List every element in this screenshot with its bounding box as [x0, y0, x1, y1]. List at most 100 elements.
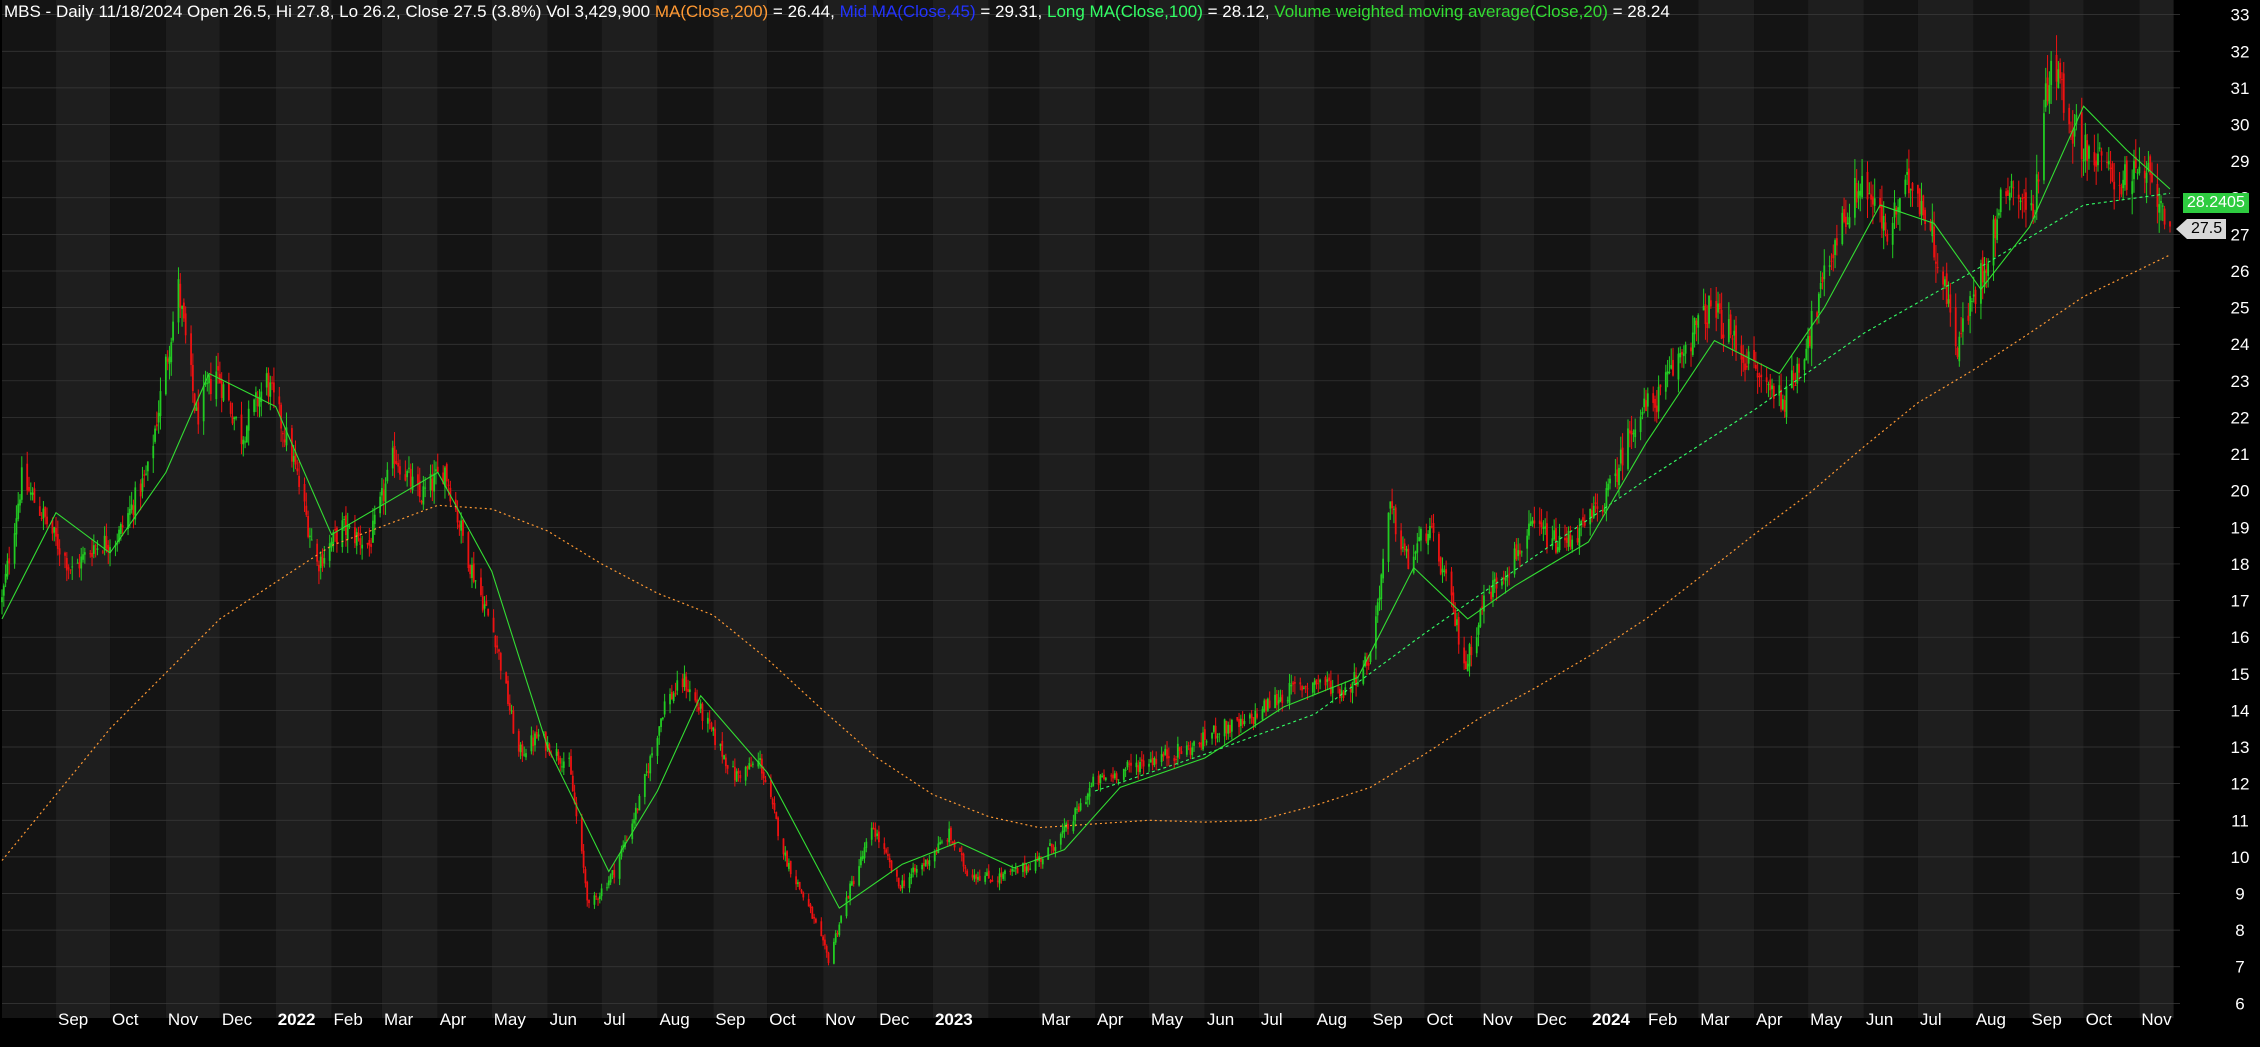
candle-body: [2125, 160, 2128, 190]
month-band: [1534, 0, 1591, 1018]
candle-body: [1920, 201, 1923, 216]
candle-body: [1645, 400, 1647, 412]
price-chart[interactable]: 6 7 8 9 10 11 12 13 14 15 16 17 18 19 20 21 22 23 24 25 26 27…: [0, 0, 2260, 1047]
candle-body: [1456, 619, 1458, 626]
candle-body: [1445, 569, 1448, 574]
candle-body: [1969, 296, 1972, 317]
candle-body: [1542, 527, 1545, 529]
candle-body: [2113, 181, 2116, 190]
month-band: [1808, 0, 1864, 1018]
candle-body: [229, 402, 232, 414]
candle-body: [2057, 69, 2060, 88]
candle-body: [1873, 198, 1876, 206]
candle-body: [1555, 528, 1557, 553]
candle-body: [1810, 310, 1813, 349]
candle-body: [562, 761, 565, 768]
candle-body: [2160, 200, 2162, 204]
candle-body: [584, 869, 587, 884]
month-band: [56, 0, 111, 1018]
candle-body: [561, 766, 563, 768]
candle-body: [1758, 375, 1761, 377]
candle-body: [1479, 609, 1482, 627]
candle-body: [206, 382, 209, 384]
candle-body: [517, 731, 520, 752]
candle-body: [159, 391, 162, 417]
candle-body: [1493, 579, 1496, 582]
candle-body: [1754, 364, 1757, 369]
candle-body: [370, 544, 373, 547]
candle-body: [1203, 729, 1206, 741]
candle-body: [987, 870, 990, 879]
candle-body: [530, 735, 533, 752]
candle-body: [2080, 112, 2083, 160]
candle-body: [318, 564, 320, 572]
candle-body: [2106, 161, 2108, 163]
candle-body: [1848, 217, 1851, 228]
candle-body: [870, 827, 873, 840]
candle-body: [499, 653, 502, 671]
candle-body: [1465, 661, 1467, 670]
x-tick-label: Dec: [222, 1010, 253, 1029]
candle-body: [1274, 694, 1276, 709]
candle-body: [130, 504, 133, 510]
candle-body: [1009, 870, 1012, 873]
candle-body: [1004, 870, 1006, 875]
candle-body: [1679, 352, 1682, 358]
candle-body: [532, 737, 535, 747]
candle-body: [796, 882, 799, 885]
candle-body: [960, 852, 963, 856]
x-tick-label: Oct: [2086, 1010, 2113, 1029]
candle-body: [1176, 743, 1179, 758]
candle-body: [1733, 330, 1736, 336]
y-tick-label: 11: [2231, 811, 2249, 830]
candle-body: [8, 558, 11, 564]
candle-body: [670, 691, 673, 700]
candle-body: [719, 743, 722, 746]
candle-body: [1589, 508, 1592, 525]
candle-body: [991, 880, 994, 882]
candle-body: [195, 407, 198, 411]
candle-body: [1917, 184, 1919, 194]
candle-body: [496, 645, 499, 648]
candle-body: [910, 873, 913, 878]
candle-body: [1429, 525, 1431, 539]
candle-body: [1601, 509, 1604, 513]
candle-body: [19, 499, 21, 506]
candle-body: [1151, 757, 1154, 766]
candle-body: [155, 424, 158, 427]
candle-body: [1214, 725, 1217, 739]
candle-body: [989, 879, 992, 883]
candle-body: [890, 860, 893, 872]
candle-body: [1124, 769, 1127, 771]
candle-body: [813, 917, 815, 919]
candle-body: [633, 819, 635, 824]
candle-body: [1994, 218, 1997, 239]
candle-body: [885, 849, 888, 853]
candle-body: [739, 775, 742, 779]
candle-body: [2005, 191, 2008, 197]
y-tick-label: 31: [2231, 79, 2250, 98]
candle-body: [1250, 713, 1253, 718]
x-tick-label: 2024: [1592, 1010, 1630, 1029]
candle-body: [1727, 319, 1730, 342]
candle-body: [1074, 808, 1077, 821]
candle-body: [733, 766, 736, 781]
candle-body: [1252, 717, 1255, 724]
candle-body: [1216, 736, 1219, 738]
candle-body: [462, 519, 464, 536]
x-tick-label: Feb: [334, 1010, 363, 1029]
candle-body: [681, 678, 684, 688]
candle-body: [1693, 317, 1696, 335]
candle-body: [1517, 550, 1520, 557]
candle-body: [480, 577, 482, 596]
candle-body: [811, 906, 814, 919]
candle-body: [1958, 336, 1961, 362]
candle-body: [1400, 530, 1403, 550]
candle-body: [1808, 335, 1811, 346]
candle-body: [494, 635, 497, 648]
x-tick-label: Mar: [384, 1010, 414, 1029]
mid-ma-label: Mid MA(Close,45): [839, 2, 976, 21]
candle-body: [1924, 209, 1927, 225]
candle-body: [883, 843, 886, 850]
candle-body: [1483, 595, 1485, 612]
